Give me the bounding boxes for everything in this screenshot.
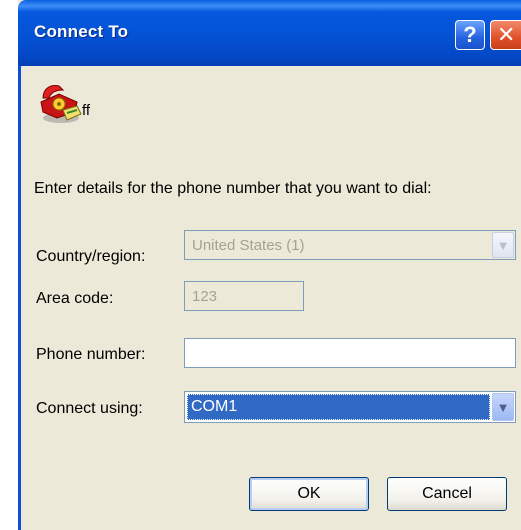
area-code-value: 123 bbox=[192, 288, 218, 305]
connect-using-label: Connect using: bbox=[36, 400, 143, 417]
help-button[interactable]: ? bbox=[455, 20, 485, 50]
chevron-down-icon[interactable]: ▼ bbox=[492, 232, 514, 258]
phone-number-label: Phone number: bbox=[36, 346, 146, 363]
country-value: United States (1) bbox=[192, 237, 305, 254]
area-code-label: Area code: bbox=[36, 290, 114, 307]
window-frame bbox=[18, 66, 21, 530]
country-select[interactable]: United States (1) ▼ bbox=[184, 230, 516, 260]
phone-number-field[interactable] bbox=[184, 338, 516, 368]
close-button[interactable]: ✕ bbox=[490, 20, 521, 50]
connect-using-value: COM1 bbox=[187, 394, 490, 420]
connect-to-dialog: Connect To ? ✕ ff Enter details for the … bbox=[18, 0, 521, 530]
ok-button[interactable]: OK bbox=[249, 477, 369, 511]
connect-using-select[interactable]: COM1 ▼ bbox=[184, 391, 516, 423]
window-title: Connect To bbox=[34, 22, 129, 41]
area-code-field[interactable]: 123 bbox=[184, 281, 304, 311]
connection-name: ff bbox=[82, 102, 91, 119]
instructions-text: Enter details for the phone number that … bbox=[34, 180, 432, 197]
chevron-down-icon[interactable]: ▼ bbox=[492, 393, 514, 421]
cancel-button[interactable]: Cancel bbox=[387, 477, 507, 511]
country-label: Country/region: bbox=[36, 248, 146, 265]
title-bar[interactable]: Connect To ? ✕ bbox=[18, 0, 521, 66]
phone-icon bbox=[40, 85, 82, 123]
